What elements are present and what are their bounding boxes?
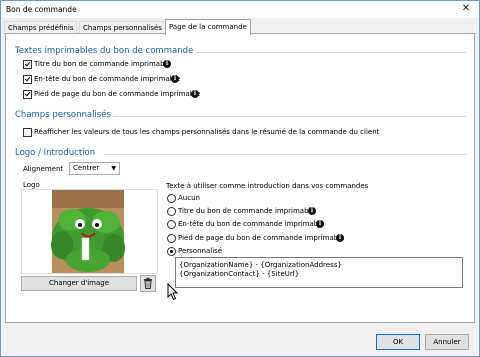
title-bar: Bon de commande ✕: [1, 1, 479, 18]
radio-label: En-tête du bon de commande imprimable: [178, 220, 325, 228]
purchase-order-dialog: Bon de commande ✕ Champs prédéfinis Cham…: [0, 0, 480, 357]
chevron-down-icon: ▼: [111, 165, 116, 172]
change-image-button[interactable]: Changer d'image: [21, 276, 137, 291]
close-icon[interactable]: ✕: [459, 2, 473, 16]
intro-label: Texte à utiliser comme introduction dans…: [166, 182, 369, 190]
divider: [196, 52, 466, 53]
checkbox-printable-footer[interactable]: [23, 90, 32, 99]
logo-image: [22, 190, 157, 273]
window-title: Bon de commande: [6, 5, 77, 14]
alignment-select[interactable]: Centrer ▼: [69, 162, 120, 175]
radio-label: Pied de page du bon de commande imprimab…: [178, 234, 345, 242]
radio-custom[interactable]: [167, 247, 176, 256]
radio-printable-footer[interactable]: [167, 234, 176, 243]
ok-button[interactable]: OK: [376, 334, 420, 350]
divider: [105, 154, 466, 155]
alignment-value: Centrer: [73, 164, 100, 172]
logo-label: Logo: [23, 181, 40, 189]
custom-intro-text[interactable]: {OrganizationName} - {OrganizationAddres…: [175, 257, 463, 288]
tab-order-page[interactable]: Page de la commande: [165, 19, 251, 35]
cancel-button[interactable]: Annuler: [425, 334, 469, 350]
checkbox-redisplay-custom-fields[interactable]: [23, 128, 32, 137]
delete-image-button[interactable]: [140, 275, 156, 292]
info-icon[interactable]: i: [163, 60, 171, 68]
checkbox-label: Pied de page du bon de commande imprimab…: [34, 90, 201, 98]
radio-label: Personnalisé: [178, 247, 223, 255]
trash-icon: [144, 277, 152, 289]
radio-printable-title[interactable]: [167, 207, 176, 216]
info-icon[interactable]: i: [308, 207, 316, 215]
section-heading-custom-fields: Champs personnalisés: [15, 110, 111, 120]
checkbox-printable-title[interactable]: [23, 60, 32, 69]
section-heading-printable: Textes imprimables du bon de commande: [15, 46, 194, 56]
checkbox-printable-header[interactable]: [23, 75, 32, 84]
radio-none[interactable]: [167, 194, 176, 203]
checkbox-label: Titre du bon de commande imprimable: [34, 60, 171, 68]
radio-label: Titre du bon de commande imprimable: [178, 207, 315, 215]
info-icon[interactable]: i: [336, 234, 344, 242]
logo-preview: [21, 189, 158, 274]
alignment-label: Alignement: [23, 165, 64, 173]
divider: [113, 116, 466, 117]
mouse-cursor-icon: [167, 283, 179, 301]
checkbox-label: Réafficher les valeurs de tous les champ…: [34, 128, 380, 136]
info-icon[interactable]: i: [316, 220, 324, 228]
radio-printable-header[interactable]: [167, 220, 176, 229]
radio-label: Aucun: [178, 194, 200, 202]
info-icon[interactable]: i: [191, 90, 199, 98]
checkbox-label: En-tête du bon de commande imprimable: [34, 75, 181, 83]
info-icon[interactable]: i: [171, 75, 179, 83]
section-heading-logo-intro: Logo / Introduction: [15, 148, 96, 158]
